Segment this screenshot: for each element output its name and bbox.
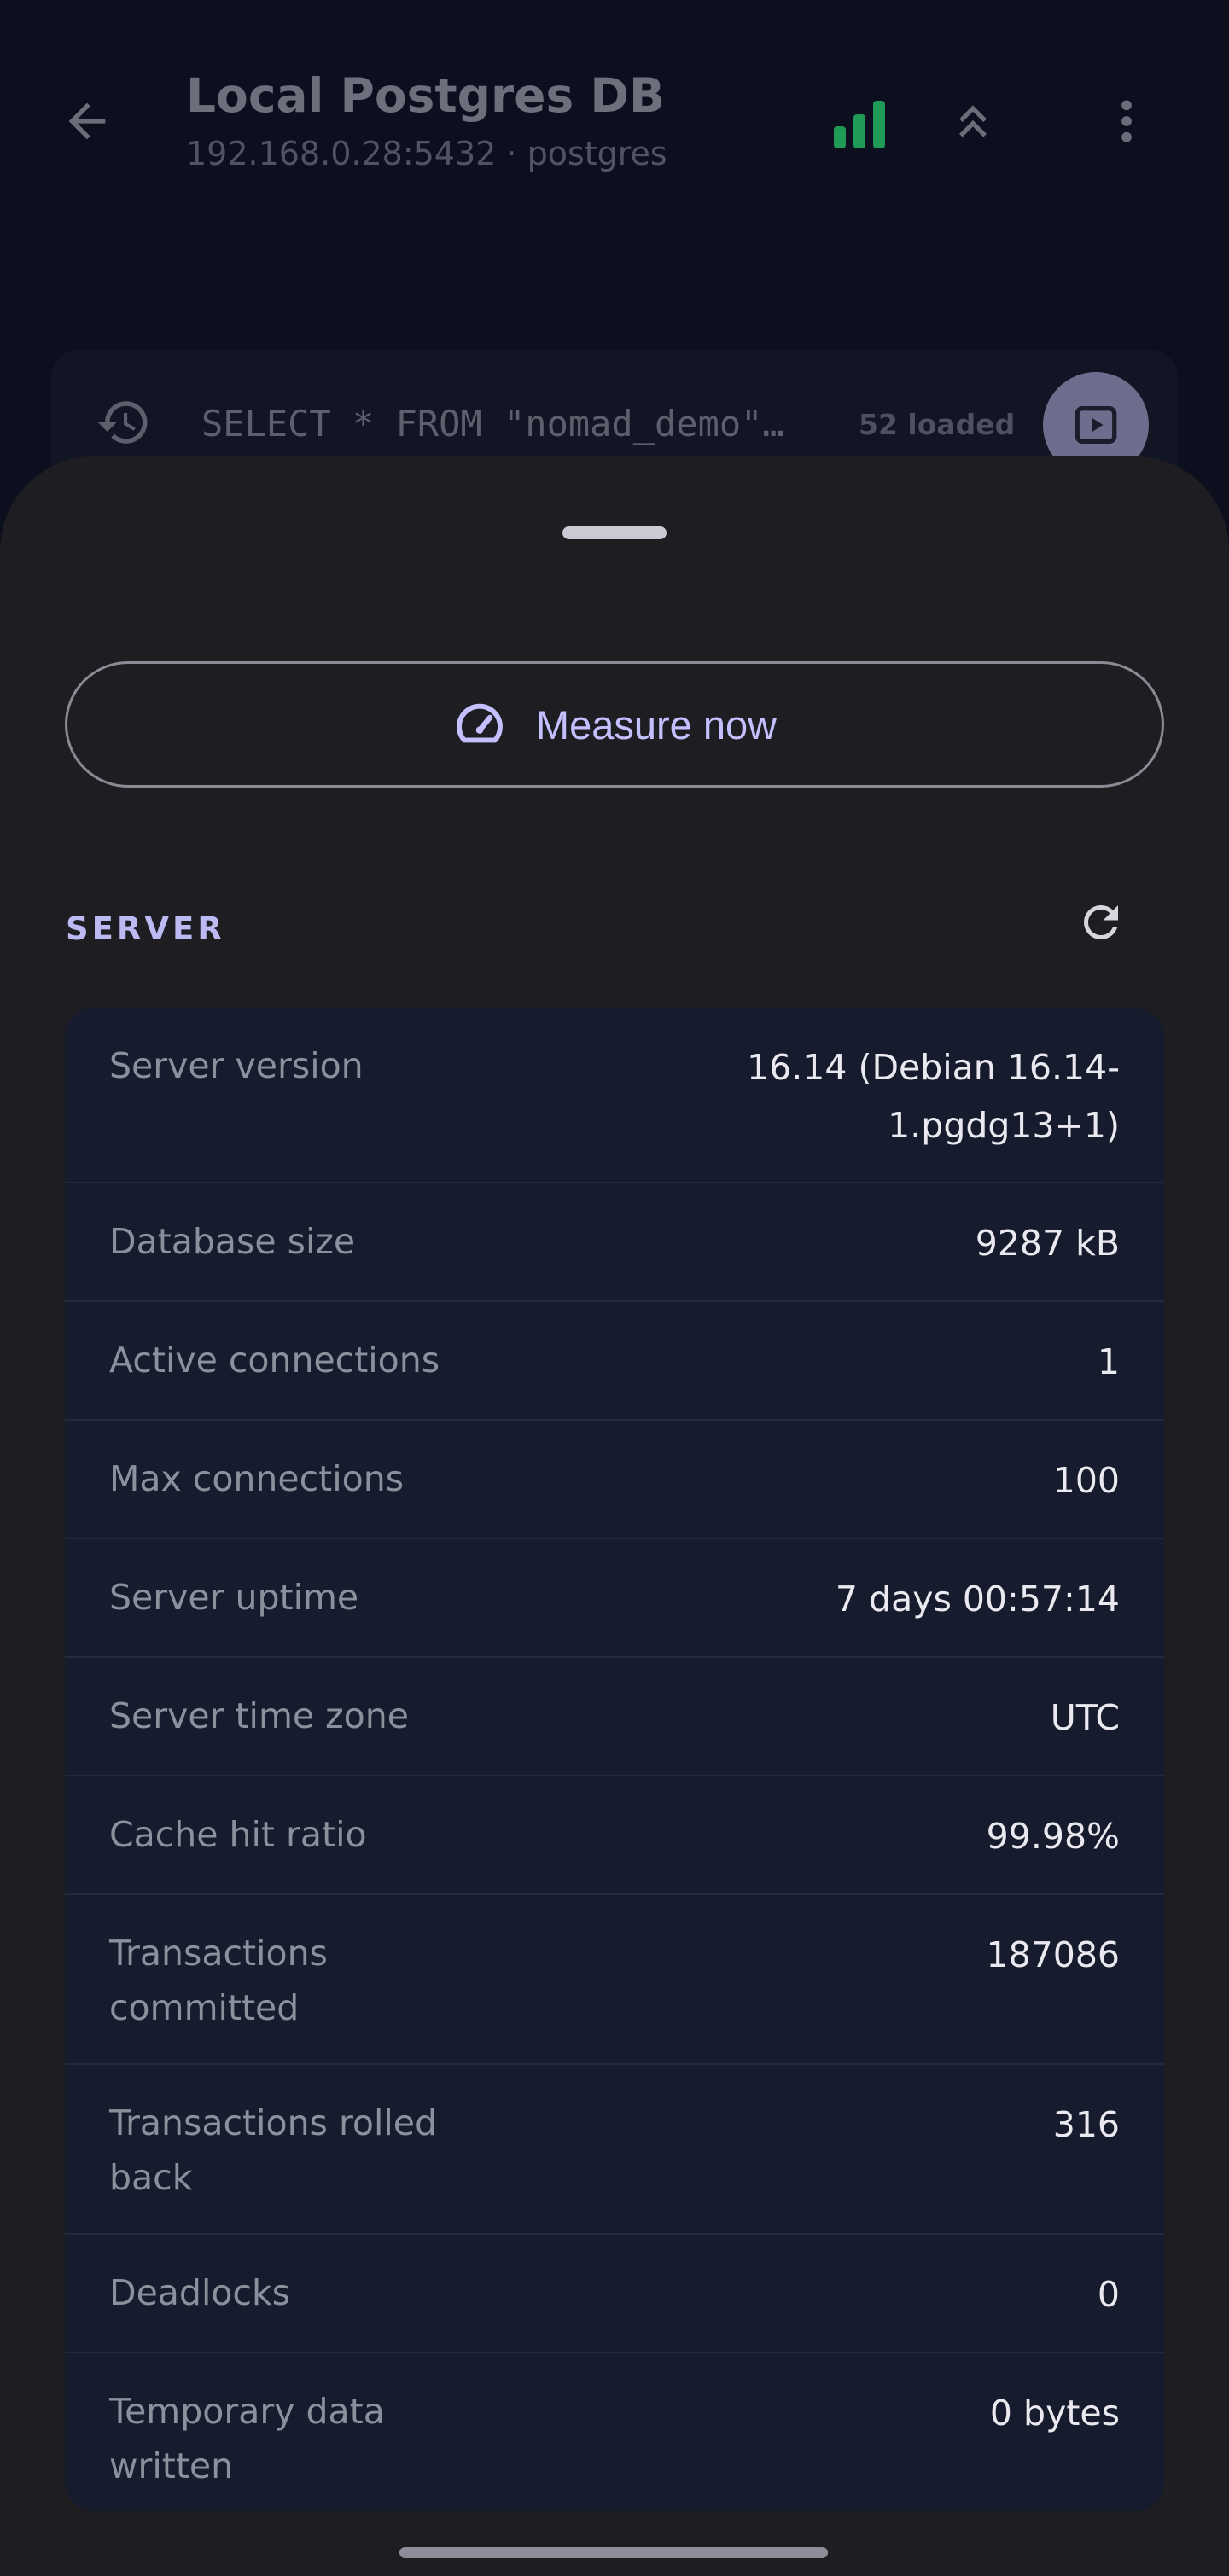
- table-row: Temporary data written 0 bytes: [65, 2353, 1164, 2511]
- table-row: Server time zone UTC: [65, 1658, 1164, 1776]
- table-row: Deadlocks 0: [65, 2235, 1164, 2353]
- connection-title: Local Postgres DB: [186, 68, 665, 123]
- row-label: Server time zone: [109, 1695, 409, 1736]
- double-chevron-up-icon: [959, 105, 987, 137]
- row-label: Transactions rolled back: [109, 2102, 438, 2198]
- row-value: 9287 kB: [975, 1223, 1120, 1264]
- connection-title-block: Local Postgres DB 192.168.0.28:5432 · po…: [186, 68, 667, 172]
- row-value: 0: [1097, 2274, 1120, 2315]
- row-value: 100: [1052, 1460, 1120, 1501]
- signal-bars-icon[interactable]: [832, 92, 892, 152]
- history-icon[interactable]: [96, 394, 152, 451]
- table-row: Active connections 1: [65, 1302, 1164, 1421]
- more-options-button[interactable]: [1091, 85, 1162, 157]
- row-value: 316: [1052, 2104, 1120, 2145]
- row-value: 99.98%: [986, 1816, 1120, 1857]
- background-app: Local Postgres DB 192.168.0.28:5432 · po…: [0, 0, 1229, 529]
- row-value: 187086: [986, 1934, 1120, 1975]
- section-header-server: SERVER: [66, 910, 225, 947]
- row-label: Server uptime: [109, 1577, 359, 1618]
- table-row: Max connections 100: [65, 1421, 1164, 1539]
- row-label: Server version: [109, 1045, 364, 1086]
- loaded-count: 52 loaded: [859, 408, 1016, 441]
- measure-now-label: Measure now: [535, 701, 778, 747]
- table-row: Transactions committed 187086: [65, 1895, 1164, 2065]
- row-value: 0 bytes: [989, 2393, 1120, 2434]
- table-row: Server uptime 7 days 00:57:14: [65, 1539, 1164, 1658]
- table-row: Database size 9287 kB: [65, 1183, 1164, 1302]
- query-text: SELECT * FROM "nomad_demo"…: [201, 403, 784, 445]
- table-row: Server version 16.14 (Debian 16.14-1.pgd…: [65, 1008, 1164, 1183]
- server-info-table: Server version 16.14 (Debian 16.14-1.pgd…: [65, 1008, 1164, 2511]
- row-value: 7 days 00:57:14: [835, 1579, 1120, 1619]
- refresh-button[interactable]: [1072, 893, 1130, 951]
- row-label: Transactions committed: [109, 1933, 328, 2028]
- row-value: 1: [1097, 1341, 1120, 1382]
- speedometer-icon: [456, 703, 503, 743]
- row-label: Cache hit ratio: [109, 1814, 367, 1855]
- table-row: Cache hit ratio 99.98%: [65, 1776, 1164, 1895]
- drag-handle[interactable]: [562, 526, 667, 539]
- row-label: Active connections: [109, 1340, 440, 1381]
- row-label: Database size: [109, 1221, 356, 1262]
- row-label: Max connections: [109, 1458, 405, 1499]
- more-vertical-icon: [1121, 100, 1132, 142]
- table-row: Transactions rolled back 316: [65, 2065, 1164, 2235]
- row-value: UTC: [1050, 1697, 1120, 1738]
- screen: Local Postgres DB 192.168.0.28:5432 · po…: [0, 0, 1229, 2576]
- play-icon: [1075, 406, 1117, 444]
- home-indicator[interactable]: [399, 2547, 828, 2558]
- measure-now-button[interactable]: Measure now: [65, 661, 1164, 788]
- row-label: Deadlocks: [109, 2272, 291, 2313]
- row-label: Temporary data written: [109, 2391, 385, 2486]
- row-value: 16.14 (Debian 16.14-1.pgdg13+1): [747, 1047, 1120, 1146]
- collapse-button[interactable]: [937, 85, 1009, 157]
- refresh-icon: [1084, 905, 1118, 939]
- back-button[interactable]: [51, 85, 123, 157]
- app-bar: Local Postgres DB 192.168.0.28:5432 · po…: [0, 51, 1229, 188]
- connection-subtitle: 192.168.0.28:5432 · postgres: [186, 135, 667, 172]
- bottom-sheet: Measure now SERVER Server version 16.14 …: [0, 456, 1229, 2576]
- arrow-left-icon: [68, 102, 106, 140]
